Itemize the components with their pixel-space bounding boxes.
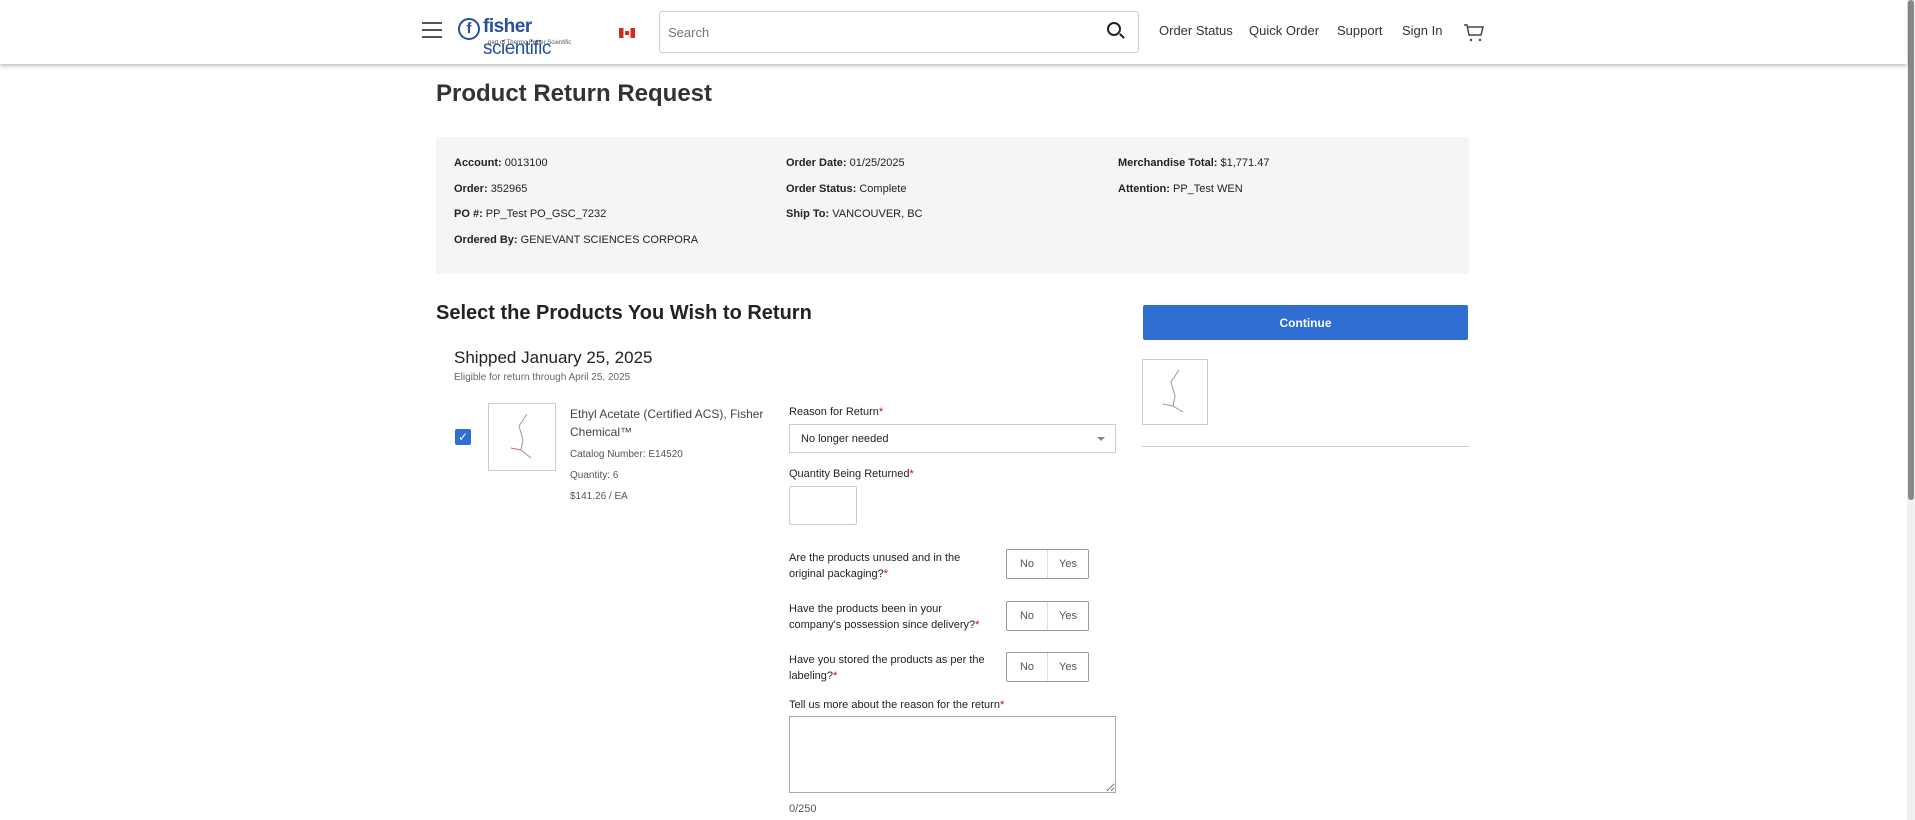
order-date-field: Order Date: 01/25/2025 [786,157,905,169]
section-title: Select the Products You Wish to Return [436,302,812,324]
character-count: 0/250 [789,803,817,815]
yes-option[interactable]: Yes [1048,550,1088,578]
fisher-logo[interactable]: f fisher scientific part of Thermo Fisher … [458,16,598,59]
search-input[interactable] [659,11,1139,53]
product-name[interactable]: Ethyl Acetate (Certified ACS), Fisher Ch… [570,405,770,441]
product-quantity: Quantity: 6 [570,470,619,481]
product-image[interactable] [488,403,556,471]
po-field: PO #: PP_Test PO_GSC_7232 [454,208,607,220]
yes-option[interactable]: Yes [1048,602,1088,630]
more-reason-label: Tell us more about the reason for the re… [789,699,1005,711]
search-icon[interactable] [1107,22,1121,36]
quantity-returned-input[interactable] [789,486,857,525]
eligibility-note: Eligible for return through April 25, 20… [454,372,631,383]
chevron-down-icon [1097,437,1105,441]
order-field: Order: 352965 [454,183,528,195]
unused-toggle[interactable]: No Yes [1006,549,1089,579]
shipment-title: Shipped January 25, 2025 [454,348,653,367]
yes-option[interactable]: Yes [1048,653,1088,681]
possession-toggle[interactable]: No Yes [1006,601,1089,631]
molecule-icon [1162,369,1184,413]
scrollbar-thumb[interactable] [1908,0,1914,500]
nav-order-status[interactable]: Order Status [1159,23,1233,38]
scrollbar[interactable] [1907,0,1915,820]
nav-sign-in[interactable]: Sign In [1402,23,1442,38]
reason-select[interactable]: No longer needed [789,424,1116,453]
merchandise-total-field: Merchandise Total: $1,771.47 [1118,157,1270,169]
question-unused: Are the products unused and in the origi… [789,552,961,580]
catalog-number: Catalog Number: E14520 [570,449,683,460]
cart-icon[interactable] [1463,24,1485,42]
no-option[interactable]: No [1007,550,1048,578]
continue-button[interactable]: Continue [1143,305,1468,340]
question-possession: Have the products been in your company's… [789,603,980,631]
ship-to-field: Ship To: VANCOUVER, BC [786,208,923,220]
question-stored: Have you stored the products as per the … [789,654,985,682]
divider [1142,446,1469,447]
quantity-label: Quantity Being Returned* [789,468,914,480]
reason-label: Reason for Return* [789,406,884,418]
more-reason-textarea[interactable] [789,716,1116,793]
menu-icon[interactable] [422,22,442,38]
nav-support[interactable]: Support [1337,23,1383,38]
site-header: f fisher scientific part of Thermo Fisher … [0,0,1907,64]
no-option[interactable]: No [1007,653,1048,681]
attention-field: Attention: PP_Test WEN [1118,183,1243,195]
page-title: Product Return Request [436,80,713,107]
no-option[interactable]: No [1007,602,1048,630]
molecule-icon [510,413,532,459]
nav-quick-order[interactable]: Quick Order [1249,23,1319,38]
order-status-field: Order Status: Complete [786,183,907,195]
product-checkbox[interactable]: ✓ [455,429,471,445]
stored-toggle[interactable]: No Yes [1006,652,1089,682]
account-field: Account: 0013100 [454,157,548,169]
selected-product-thumbnail [1142,359,1208,425]
canada-flag-icon[interactable] [619,28,635,38]
product-price: $141.26 / EA [570,491,628,502]
ordered-by-field: Ordered By: GENEVANT SCIENCES CORPORA [454,234,699,246]
order-info-panel: Account: 0013100 Order: 352965 PO #: PP_… [436,137,1469,274]
